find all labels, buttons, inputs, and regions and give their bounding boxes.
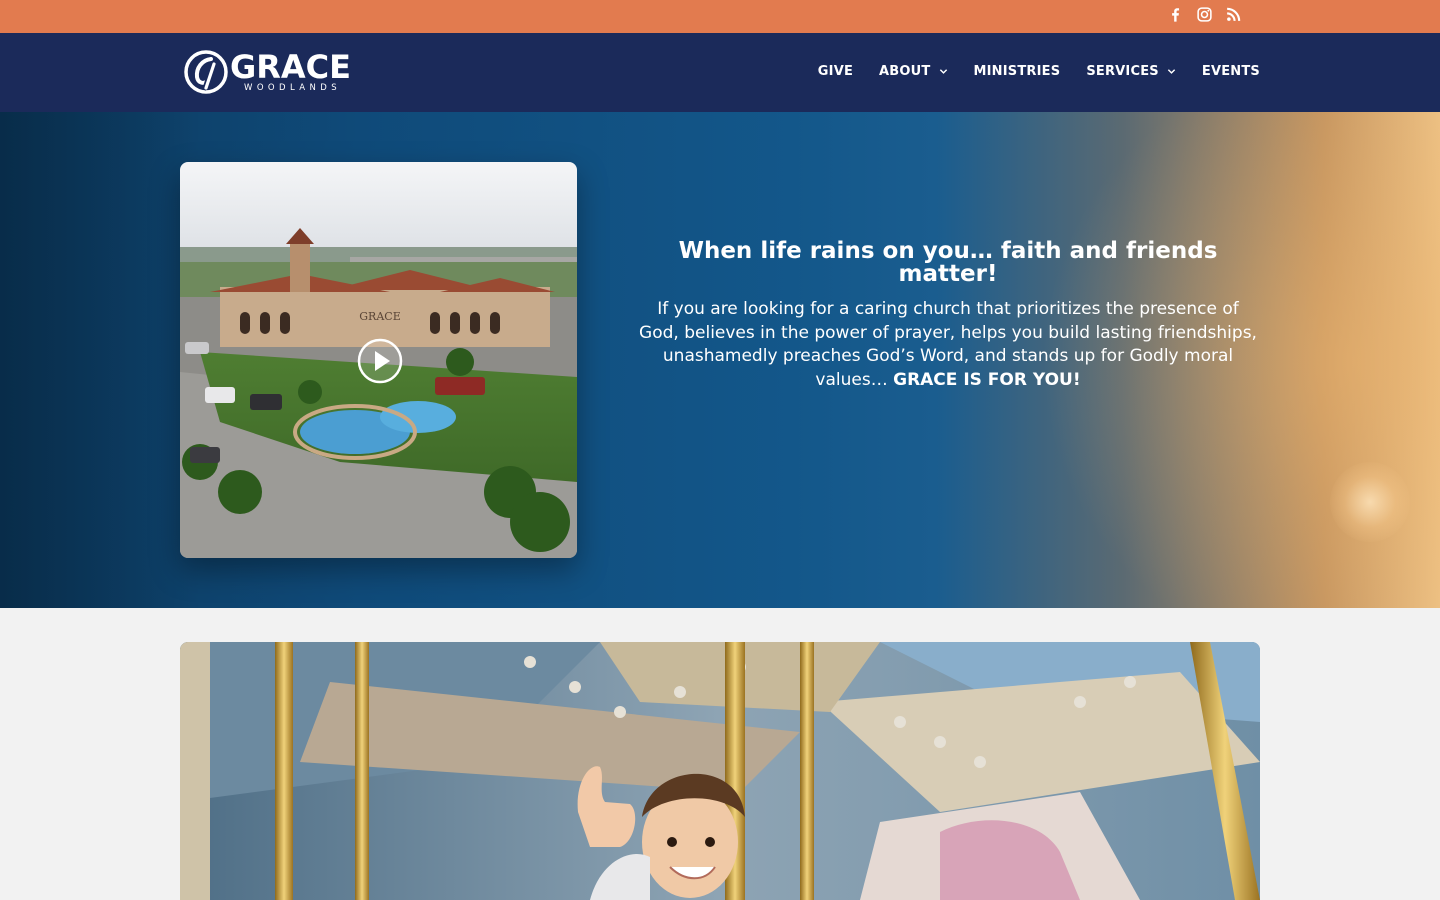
site-header: GRACE WOODLANDS GIVE ABOUT MINISTRIES SE… <box>0 33 1440 112</box>
building-sign-text: GRACE <box>359 310 400 323</box>
nav-item-ministries[interactable]: MINISTRIES <box>974 64 1061 79</box>
hero-light-orb <box>1330 462 1410 542</box>
logo-sub-text: WOODLANDS <box>244 83 341 93</box>
feature-image-banner <box>180 642 1260 900</box>
nav-label: MINISTRIES <box>973 64 1061 79</box>
logo-text: GRACE WOODLANDS <box>230 51 351 93</box>
play-circle-icon[interactable] <box>357 338 403 384</box>
instagram-icon[interactable] <box>1196 6 1213 23</box>
carousel-child-image <box>180 642 1260 900</box>
chevron-down-icon <box>1167 67 1176 76</box>
hero-text-block: When life rains on you… faith and friend… <box>636 240 1260 392</box>
facebook-icon[interactable] <box>1167 6 1184 23</box>
nav-item-give[interactable]: GIVE <box>818 64 853 79</box>
top-bar <box>0 0 1440 33</box>
nav-item-about[interactable]: ABOUT <box>879 64 947 79</box>
nav-item-services[interactable]: SERVICES <box>1086 64 1176 79</box>
rss-icon[interactable] <box>1225 6 1242 23</box>
hero-shade <box>0 112 200 608</box>
church-video-thumbnail[interactable]: GRACE <box>180 162 577 558</box>
chevron-down-icon <box>939 67 948 76</box>
logo-main-text: GRACE <box>230 48 352 86</box>
nav-label: SERVICES <box>1086 64 1159 79</box>
nav-item-events[interactable]: EVENTS <box>1202 64 1260 79</box>
social-links <box>1167 6 1242 23</box>
main-nav: GIVE ABOUT MINISTRIES SERVICES EVENTS <box>792 64 1260 79</box>
grace-logo-mark-icon <box>184 50 228 94</box>
hero-body-emphasis: GRACE IS FOR YOU! <box>893 369 1081 390</box>
nav-label: EVENTS <box>1201 64 1260 79</box>
hero-body: If you are looking for a caring church t… <box>636 298 1260 392</box>
nav-label: GIVE <box>817 64 854 79</box>
site-logo[interactable]: GRACE WOODLANDS <box>184 50 351 94</box>
hero-section: GRACE When life rains on you… faith and … <box>0 112 1440 608</box>
hero-title: When life rains on you… faith and friend… <box>678 238 1218 287</box>
nav-label: ABOUT <box>879 64 931 79</box>
